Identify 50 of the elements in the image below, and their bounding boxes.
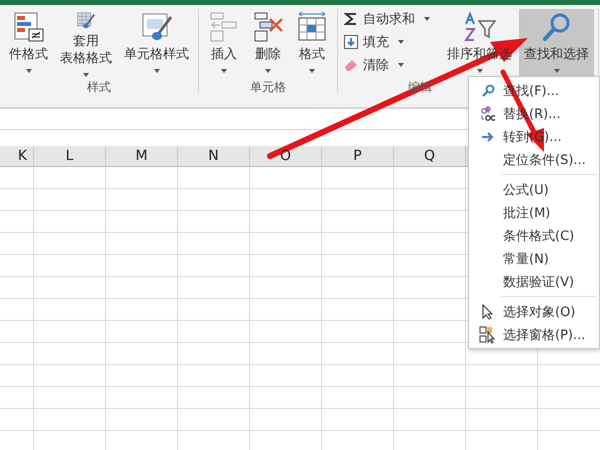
menu-item[interactable]: 选择对象(O)	[469, 300, 599, 323]
eraser-icon	[344, 58, 358, 72]
sum-icon	[344, 12, 358, 26]
replace-icon	[480, 106, 496, 122]
caret-icon	[154, 69, 160, 73]
caret-icon	[398, 63, 404, 67]
selection-pane-icon	[479, 326, 497, 344]
menu-item[interactable]: 定位条件(S)...	[469, 148, 599, 171]
format-cells-icon	[296, 11, 328, 43]
caret-icon	[309, 69, 315, 73]
caret-icon	[398, 40, 404, 44]
menu-item[interactable]: 选择窗格(P)...	[469, 323, 599, 346]
ribbon-button[interactable]: 格式	[291, 9, 333, 79]
caret-icon	[424, 17, 430, 21]
caret-icon	[265, 69, 271, 73]
ribbon-button[interactable]: 查找和选择	[519, 9, 594, 79]
cell-brush-icon	[140, 11, 172, 43]
search-icon	[540, 11, 572, 43]
delete-cells-icon	[252, 11, 284, 43]
ribbon-button[interactable]: 单元格样式	[119, 9, 194, 79]
column-header[interactable]: O	[250, 146, 322, 166]
caret-icon	[26, 69, 32, 73]
search-icon	[481, 84, 495, 98]
menu-item[interactable]: 数据验证(V)	[469, 270, 599, 293]
menu-item[interactable]: 公式(U)	[469, 178, 599, 201]
fill-down-icon	[344, 35, 358, 49]
ribbon-button[interactable]: 插入	[203, 9, 245, 79]
ribbon-small-button[interactable]: 填充	[342, 32, 432, 52]
menu-item[interactable]: 批注(M)	[469, 201, 599, 224]
column-header[interactable]: M	[106, 146, 178, 166]
group-label: 单元格	[250, 79, 286, 96]
column-header[interactable]: Q	[394, 146, 466, 166]
ribbon-small-button[interactable]: 清除	[342, 55, 432, 75]
caret-icon	[83, 73, 89, 77]
menu-item[interactable]: 条件格式(C)	[469, 224, 599, 247]
caret-icon	[221, 69, 227, 73]
sort-filter-icon	[464, 11, 496, 43]
column-header[interactable]: L	[34, 146, 106, 166]
ribbon-button[interactable]: 删除	[247, 9, 289, 79]
pointer-icon	[482, 304, 494, 320]
ribbon-button[interactable]: 套用 表格格式	[55, 9, 117, 79]
column-header[interactable]: P	[322, 146, 394, 166]
ribbon-small-button[interactable]: 自动求和	[342, 9, 432, 29]
column-header[interactable]: N	[178, 146, 250, 166]
group-label: 样式	[87, 79, 111, 96]
arrow-right-icon	[481, 130, 495, 144]
ribbon-button[interactable]: 件格式	[4, 9, 53, 79]
conditional-format-icon	[12, 11, 44, 43]
menu-item[interactable]: 常量(N)	[469, 247, 599, 270]
column-header[interactable]: K	[0, 146, 34, 166]
